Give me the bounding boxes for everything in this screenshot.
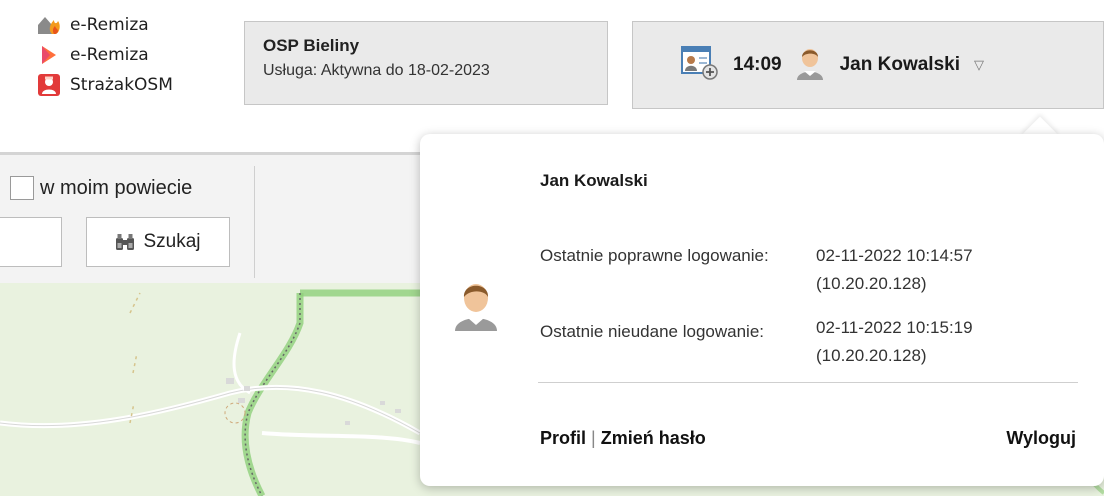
binoculars-icon <box>115 233 135 251</box>
dropdown-divider <box>538 382 1078 383</box>
unit-name: OSP Bieliny <box>263 36 360 55</box>
app-links: e-Remiza e-Remiza StrażakOSM <box>36 10 173 100</box>
change-password-link[interactable]: Zmień hasło <box>601 428 706 449</box>
service-status: Usługa: Aktywna do 18-02-2023 <box>263 62 490 79</box>
link-separator: | <box>591 428 596 448</box>
app-link-e-remiza-play[interactable]: e-Remiza <box>36 40 173 70</box>
county-checkbox[interactable] <box>10 176 34 200</box>
chevron-down-icon[interactable]: ▽ <box>974 58 984 73</box>
last-success-label: Ostatnie poprawne logowanie: <box>540 246 769 265</box>
app-link-label: StrażakOSM <box>70 75 173 95</box>
e-remiza-logo-icon <box>36 12 62 38</box>
strazak-osm-icon <box>36 72 62 98</box>
user-avatar-icon <box>794 45 826 85</box>
unit-info-box: OSP Bieliny Usługa: Aktywna do 18-02-202… <box>244 21 608 105</box>
search-button[interactable]: Szukaj <box>86 217 230 267</box>
toolbar-divider <box>254 166 255 278</box>
last-fail-datetime: 02-11-2022 10:15:19 <box>816 318 973 337</box>
user-avatar-icon <box>452 278 500 336</box>
user-name: Jan Kowalski <box>839 54 960 75</box>
user-menu-toggle[interactable]: 14:09 Jan Kowalski ▽ <box>632 21 1104 109</box>
app-link-strazak-osm[interactable]: StrażakOSM <box>36 70 173 100</box>
user-dropdown-panel: Jan Kowalski Ostatnie poprawne logowanie… <box>420 134 1104 486</box>
app-header: e-Remiza e-Remiza StrażakOSM OSP Bieliny… <box>0 0 1104 152</box>
current-time: 14:09 <box>733 54 782 75</box>
app-link-label: e-Remiza <box>70 15 149 35</box>
search-input[interactable] <box>0 217 62 267</box>
last-fail-label: Ostatnie nieudane logowanie: <box>540 322 764 341</box>
county-checkbox-label: w moim powiecie <box>40 176 193 199</box>
last-fail-ip: (10.20.20.128) <box>816 346 927 365</box>
play-store-icon <box>36 42 62 68</box>
account-links: Profil | Zmień hasło <box>540 428 706 449</box>
dropdown-user-name: Jan Kowalski <box>540 171 648 190</box>
profile-link[interactable]: Profil <box>540 428 586 449</box>
county-filter: w moim powiecie <box>10 176 192 200</box>
last-success-ip: (10.20.20.128) <box>816 274 927 293</box>
app-link-e-remiza[interactable]: e-Remiza <box>36 10 173 40</box>
last-success-datetime: 02-11-2022 10:14:57 <box>816 246 973 265</box>
logout-link[interactable]: Wyloguj <box>1006 428 1076 449</box>
search-button-label: Szukaj <box>143 231 201 252</box>
app-link-label: e-Remiza <box>70 45 149 65</box>
user-card-add-icon[interactable] <box>681 45 719 85</box>
